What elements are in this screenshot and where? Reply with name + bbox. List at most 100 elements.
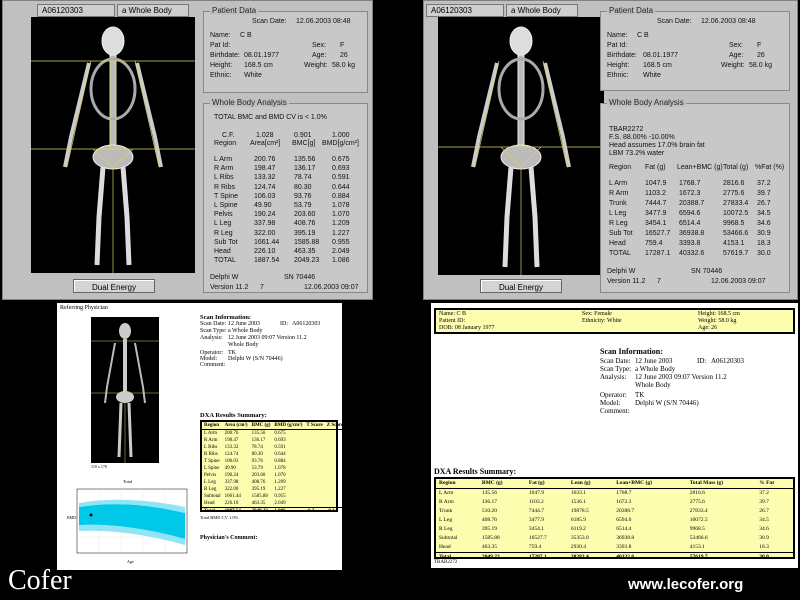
version-number: 7 — [260, 284, 264, 291]
table-cell: 38283.4 — [567, 552, 614, 562]
chart-title: Total — [123, 479, 133, 484]
table-cell: 57619.7 — [686, 552, 757, 562]
table-cell: R Leg — [214, 229, 233, 237]
col-header-pctfat: %Fat (%) — [755, 164, 785, 171]
results-table: Region BMC (g) Fat (g) Lean (g) Lean+BMC (g)… — [436, 479, 793, 562]
table-cell: 1.070 — [274, 473, 286, 478]
bmd-report-page: Referring Physician 118 x 178 Scan Infor… — [57, 303, 346, 570]
table-cell: 3477.9 — [528, 517, 544, 523]
table-cell: 34.6 — [759, 526, 769, 532]
table-cell: 6185.9 — [570, 517, 587, 523]
table-row: R Leg 322.00 395.19 1.227 — [202, 486, 345, 493]
serial-number: SN 70446 — [691, 268, 723, 275]
birthdate-label: Birthdate: — [607, 52, 637, 59]
table-cell: 136.17 — [481, 499, 498, 505]
table-cell — [304, 437, 324, 444]
comment-label: Comment: — [600, 407, 630, 415]
id-label: ID: — [280, 321, 288, 327]
table-cell: 322.00 — [254, 229, 276, 237]
table-cell: Subtotal — [439, 535, 458, 541]
table-cell: R Leg — [204, 487, 217, 492]
table-cell — [304, 458, 324, 465]
table-cell: 34.6 — [757, 220, 771, 227]
table-cell: 106.03 — [254, 192, 276, 200]
birthdate-value: 08.01.1977 — [643, 52, 679, 59]
table-cell: 2775.6 — [689, 499, 705, 505]
scan-type-value: a Whole Body — [228, 328, 263, 334]
patient-marker — [89, 513, 93, 517]
table-cell: 2.049 — [332, 248, 350, 255]
sex-value: F — [757, 42, 762, 49]
table-cell: 19878.5 — [570, 508, 589, 514]
table-cell: 4153.1 — [723, 240, 745, 247]
dual-energy-button[interactable]: Dual Energy — [73, 279, 155, 293]
col-header-region: Region — [214, 140, 237, 147]
table-cell: 1.227 — [332, 229, 350, 237]
table-cell: 78.74 — [294, 174, 312, 182]
name-label: Name: — [607, 32, 628, 39]
ethnic-value: White — [244, 72, 262, 79]
table-cell: 39.7 — [759, 499, 769, 505]
table-cell: 0.675 — [274, 431, 286, 436]
analysis-line-4: LBM 73.2% water — [609, 150, 665, 157]
table-cell: 198.47 — [224, 438, 239, 443]
whole-body-scan-image — [31, 17, 195, 273]
table-cell: 1661.44 — [254, 238, 280, 246]
table-row: L Spine 49.90 53.79 1.078 — [202, 465, 345, 472]
table-cell: 16527.7 — [645, 230, 671, 237]
table-cell: 510.20 — [481, 508, 498, 514]
table-cell: 39.7 — [757, 190, 771, 197]
ethnic-label: Ethnic: — [607, 72, 629, 79]
patient-data-box: Patient Data Scan Date: 12.06.2003 08:48… — [203, 6, 368, 93]
table-cell: 0.884 — [332, 192, 350, 200]
table-cell: 53466.6 — [689, 535, 708, 541]
table-cell: 17287.1 — [645, 250, 671, 257]
analysis-value-2: Whole Body — [635, 381, 671, 389]
table-cell: T Spine — [214, 192, 238, 200]
results-table-box: Region BMC (g) Fat (g) Lean (g) Lean+BMC (g)… — [434, 477, 795, 562]
scan-info-title: Scan Information: — [600, 347, 663, 356]
table-header: Region — [436, 479, 479, 489]
table-cell: 1103.2 — [645, 190, 666, 197]
table-cell: 190.24 — [254, 211, 276, 219]
table-cell: 1887.54 — [254, 257, 280, 265]
table-cell: 200.76 — [254, 156, 276, 163]
table-cell: 2049.23 — [478, 552, 526, 562]
col-header-fat: Fat (g) — [645, 164, 666, 171]
table-cell: 133.32 — [254, 174, 276, 182]
website-url: www.lecofer.org — [628, 576, 744, 593]
table-cell: 133.32 — [224, 445, 239, 450]
table-cell: 135.56 — [251, 431, 266, 436]
table-cell: R Arm — [214, 165, 234, 173]
table-cell: T Spine — [204, 459, 220, 464]
table-cell: L Leg — [204, 480, 216, 485]
results-title: DXA Results Summary: — [200, 412, 267, 419]
table-cell: 136.17 — [251, 438, 266, 443]
table-cell: 463.35 — [481, 544, 498, 550]
id-label: ID: — [697, 357, 707, 365]
name-value: C B — [637, 32, 649, 39]
results-table: Region Area (cm²) BMC (g) BMD (g/cm²) T Scor… — [202, 422, 346, 515]
model-value: Delphi W (S/N 70446) — [635, 399, 699, 407]
table-cell: R Arm — [439, 499, 454, 505]
scan-date-label: Scan Date: — [657, 18, 692, 25]
table-cell: 1.070 — [332, 211, 350, 219]
scan-id-tag: A06120303 — [37, 4, 115, 17]
results-footnote: Total BMD CV 1.0% — [200, 515, 239, 520]
image-caption: 118 x 178 — [91, 464, 107, 469]
table-cell — [325, 479, 345, 486]
table-cell: 395.19 — [481, 526, 498, 532]
dual-energy-button[interactable]: Dual Energy — [480, 279, 562, 293]
ethnic-value: White — [643, 72, 661, 79]
header-sex: Sex: Female — [582, 311, 612, 317]
table-cell: 106.03 — [224, 459, 239, 464]
analysis-value: 12 June 2003 09:07 Version 11.2 — [635, 373, 727, 381]
table-cell: Head — [214, 248, 231, 255]
table-cell: 0.955 — [274, 494, 286, 499]
birthdate-value: 08.01.1977 — [244, 52, 280, 59]
table-cell: 18.3 — [759, 544, 769, 550]
table-cell: L Arm — [214, 156, 233, 163]
table-cell: L Ribs — [204, 445, 218, 450]
table-cell: Head — [204, 501, 215, 506]
cofer-logo: Cofer — [8, 565, 72, 596]
